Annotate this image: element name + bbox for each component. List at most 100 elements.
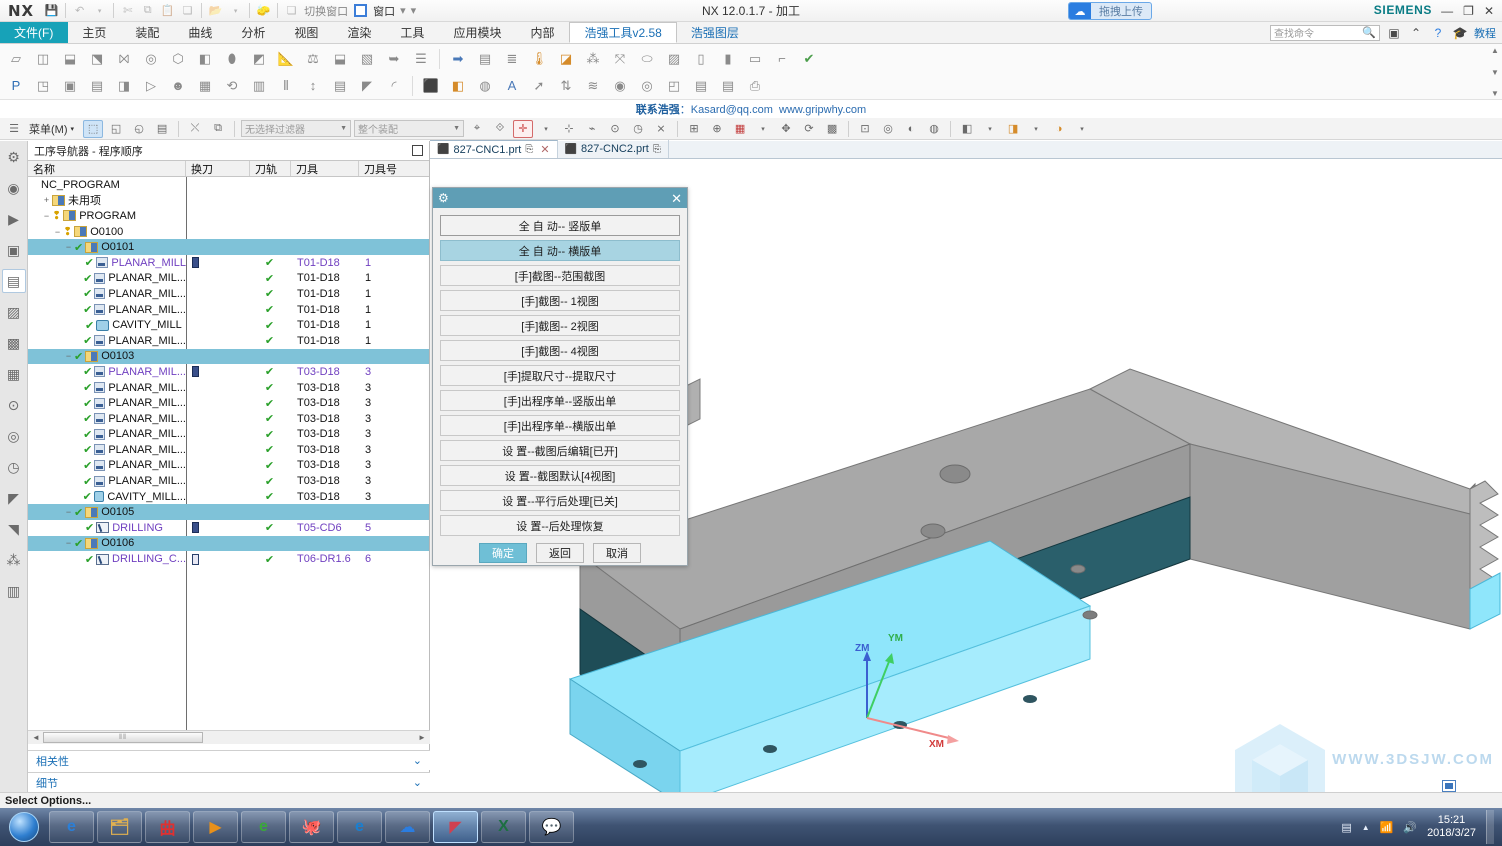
axis-icon[interactable]: ⤧ (608, 47, 632, 71)
arrow-right-icon[interactable]: ➡ (446, 47, 470, 71)
sidebar-item-roles[interactable]: ◤ (2, 486, 26, 510)
color-cube-icon[interactable]: ◧ (446, 74, 470, 98)
tiger-icon[interactable]: ☻ (166, 74, 190, 98)
tab-tools[interactable]: 工具 (386, 22, 439, 43)
drag-upload-button[interactable]: ☁ 拖拽上传 (1068, 2, 1152, 20)
fit-view-icon[interactable]: ⊡ (855, 120, 875, 138)
undo-icon[interactable]: ↶ (70, 1, 89, 20)
rotate-icon[interactable]: ⟳ (799, 120, 819, 138)
table-row[interactable]: ✔ DRILLING_C... ✔ T06-DR1.6 6 (28, 551, 429, 567)
menu-button[interactable]: 菜单(M) ▾ (27, 121, 80, 137)
layers-icon[interactable]: ≣ (500, 47, 524, 71)
back-button[interactable]: 返回 (536, 543, 584, 563)
dialog-option-12[interactable]: 设 置--平行后处理[已关] (440, 490, 680, 511)
taskbar-wechat-icon[interactable]: 💬 (529, 811, 574, 843)
pin-icon[interactable] (412, 145, 423, 156)
select-edge-icon[interactable]: ◵ (129, 120, 149, 138)
switch-window-label[interactable]: 切换窗口 (302, 3, 350, 19)
add-point-icon[interactable]: ✛ (513, 119, 534, 138)
visibility-dropdown-icon[interactable]: ▾ (1072, 120, 1092, 138)
doc-icon[interactable]: ▤ (689, 74, 713, 98)
table-row[interactable]: ✔ PLANAR_MIL... ✔ T01-D18 1 (28, 286, 429, 302)
weight-icon[interactable]: ⚖ (301, 47, 325, 71)
deselect-icon[interactable]: ⤬ (185, 120, 205, 138)
expander-icon[interactable]: − (52, 227, 63, 237)
solid-icon[interactable]: ◩ (247, 47, 271, 71)
tab-assembly[interactable]: 装配 (121, 22, 174, 43)
table-icon[interactable]: ▥ (247, 74, 271, 98)
list2-icon[interactable]: ⫴ (274, 74, 298, 98)
close-icon[interactable]: ✕ (540, 143, 549, 156)
panel-details[interactable]: 细节 ⌄ (28, 772, 430, 792)
sidebar-item-system-scene[interactable]: ◥ (2, 517, 26, 541)
navigator-tree[interactable]: NC_PROGRAM + 未用项 − ❢ PROGRAM − ❢ O0100− ✔ O0101 ✔ PL… (28, 177, 429, 736)
minimize-button[interactable]: — (1441, 4, 1453, 18)
wireframe-icon[interactable]: ◍ (924, 120, 944, 138)
expander-icon[interactable]: − (63, 538, 74, 548)
chevron-up-icon[interactable]: ⌃ (1408, 26, 1424, 40)
post-process-icon[interactable]: P (4, 74, 28, 98)
table-row[interactable]: ✔ PLANAR_MIL... ✔ T01-D18 1 (28, 302, 429, 318)
center-icon[interactable]: ⊙ (605, 120, 625, 138)
select-all-icon[interactable]: ⧉ (208, 120, 228, 138)
window-color-icon[interactable] (351, 1, 370, 20)
paste-icon[interactable]: 📋 (158, 1, 177, 20)
tab-render[interactable]: 渲染 (333, 22, 386, 43)
curve-coord-icon[interactable]: ⌐ (770, 47, 794, 71)
blocks-icon[interactable]: ◪ (554, 47, 578, 71)
dimension-icon[interactable]: ⨝ (112, 47, 136, 71)
sidebar-item-history[interactable]: ⊙ (2, 393, 26, 417)
dialog-option-4[interactable]: [手]截图-- 1视图 (440, 290, 680, 311)
zoom-window-icon[interactable]: ◎ (878, 120, 898, 138)
selection-filter-dropdown[interactable]: 无选择过滤器 ▼ (241, 120, 352, 137)
window-label[interactable]: 窗口 (371, 3, 397, 19)
table-row[interactable]: ✔ DRILLING ✔ T05-CD6 5 (28, 520, 429, 536)
rod-icon[interactable]: ▮ (716, 47, 740, 71)
cube-icon[interactable]: ⬛ (419, 74, 443, 98)
search-input[interactable]: 查找命令 🔍 (1270, 24, 1380, 41)
layer-dropdown-icon[interactable]: ▾ (753, 120, 773, 138)
taskbar-nx-icon[interactable]: ◤ (433, 811, 478, 843)
sidebar-item-reuse-library[interactable]: ▨ (2, 300, 26, 324)
table-row[interactable]: − ✔ O0101 (28, 239, 429, 255)
palette-icon[interactable]: ◉ (608, 74, 632, 98)
taskbar-clock[interactable]: 15:21 2018/3/27 (1427, 814, 1476, 840)
viewport-corner-icon[interactable] (1442, 780, 1456, 792)
select-face-icon[interactable]: ◱ (106, 120, 126, 138)
magnifier-icon[interactable]: 🔍 (1362, 26, 1376, 39)
checkmarks-icon[interactable]: ✔ (797, 47, 821, 71)
cylinder2-icon[interactable]: ⬭ (635, 47, 659, 71)
table-row[interactable]: ✔ CAVITY_MILL... ✔ T03-D18 3 (28, 489, 429, 505)
box-icon[interactable]: ⬡ (166, 47, 190, 71)
dialog-option-8[interactable]: [手]出程序单--竖版出单 (440, 390, 680, 411)
layer-visible-icon[interactable]: ▦ (730, 120, 750, 138)
taskbar-excel-icon[interactable]: X (481, 811, 526, 843)
switch-window-icon[interactable]: ❏ (282, 1, 301, 20)
close-button[interactable]: ✕ (1484, 4, 1494, 18)
dialog-option-7[interactable]: [手]提取尺寸--提取尺寸 (440, 365, 680, 386)
machine-icon[interactable]: ▦ (193, 74, 217, 98)
view-dropdown-icon[interactable]: ▾ (1026, 120, 1046, 138)
tray-network-icon[interactable]: 📶 (1380, 821, 1394, 834)
nodes-icon[interactable]: ⁂ (581, 47, 605, 71)
compare-icon[interactable]: ▷ (139, 74, 163, 98)
taskbar-dict-icon[interactable]: 曲 (145, 811, 190, 843)
maximize-button[interactable]: ❐ (1463, 4, 1474, 18)
qat-overflow-icon[interactable]: ▾ (409, 4, 419, 17)
expander-icon[interactable]: − (63, 351, 74, 361)
window-dropdown-icon[interactable]: ▾ (398, 4, 408, 17)
table-row[interactable]: ✔ PLANAR_MIL... ✔ T01-D18 1 (28, 333, 429, 349)
path-icon[interactable]: ⟲ (220, 74, 244, 98)
taskbar-baidu-icon[interactable]: ☁ (385, 811, 430, 843)
table-row[interactable]: − ❢ O0100 (28, 224, 429, 240)
paste-special-icon[interactable]: ❏ (178, 1, 197, 20)
plane-icon[interactable]: ◤ (355, 74, 379, 98)
fit-icon[interactable]: ⊞ (684, 120, 704, 138)
grid-icon[interactable]: ▩ (822, 120, 842, 138)
sidebar-item-process-studio[interactable]: ◎ (2, 424, 26, 448)
style-dropdown-icon[interactable]: ▾ (980, 120, 1000, 138)
midpoint-icon[interactable]: ⌁ (582, 120, 602, 138)
sidebar-item-hd3d-tools[interactable]: ▩ (2, 331, 26, 355)
column-header-tool[interactable]: 刀具 (291, 161, 359, 176)
graduation-cap-icon[interactable]: 🎓 (1452, 26, 1468, 40)
